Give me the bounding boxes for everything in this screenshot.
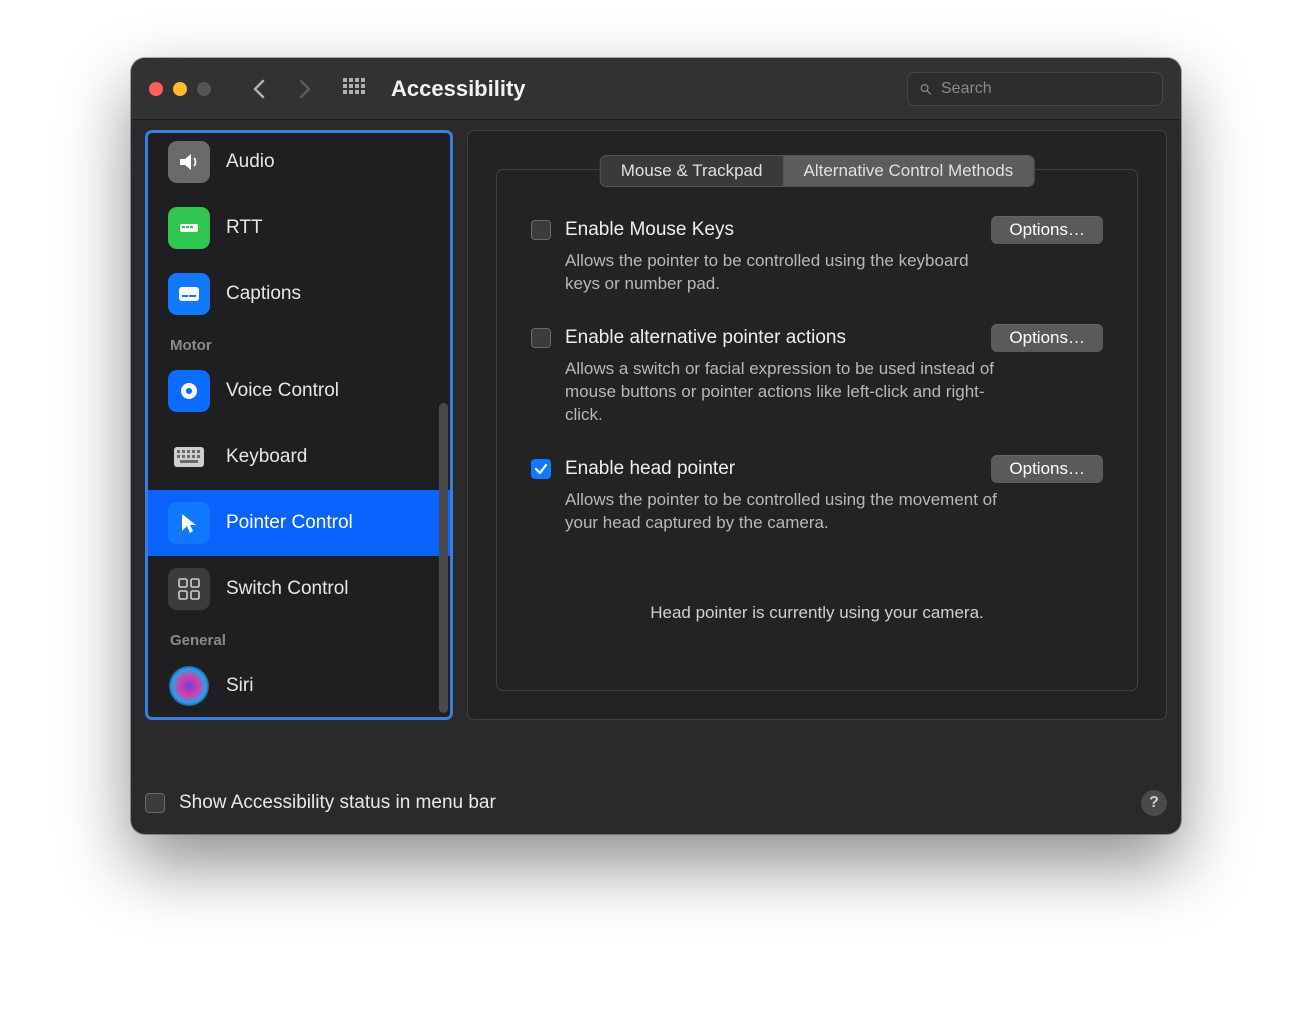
settings-panel: Mouse & TrackpadAlternative Control Meth… [496,169,1138,691]
sidebar-item-switch-control[interactable]: Switch Control [148,556,450,622]
option-label: Enable Mouse Keys [565,219,977,241]
sidebar-scrollbar-thumb[interactable] [439,403,448,713]
sidebar: Audio RTT Captions Motor Voice Control Keyboa… [145,130,453,720]
help-button[interactable]: ? [1141,790,1167,816]
speaker-icon [168,141,210,183]
zoom-window-button[interactable] [197,82,211,96]
sidebar-section-header: Motor [148,327,450,358]
back-button[interactable] [243,75,275,103]
option-description: Allows the pointer to be controlled usin… [565,250,1005,296]
option-row: Enable head pointer Options… Allows the po… [531,455,1103,535]
sidebar-scroll[interactable]: Audio RTT Captions Motor Voice Control Keyboa… [148,133,450,717]
options-button[interactable]: Options… [991,324,1103,352]
option-description: Allows a switch or facial expression to … [565,358,1005,427]
tab-bar: Mouse & TrackpadAlternative Control Meth… [600,155,1035,187]
option-checkbox[interactable] [531,220,551,240]
options-button[interactable]: Options… [991,216,1103,244]
pointer-icon [168,502,210,544]
option-row: Enable alternative pointer actions Option… [531,324,1103,427]
window-title: Accessibility [391,76,526,102]
option-row: Enable Mouse Keys Options… Allows the poin… [531,216,1103,296]
window-toolbar: Accessibility [131,58,1181,120]
sidebar-item-rtt[interactable]: RTT [148,195,450,261]
switch-icon [168,568,210,610]
main-panel: Mouse & TrackpadAlternative Control Meth… [467,130,1167,720]
sidebar-item-label: Captions [226,283,301,305]
sidebar-item-audio[interactable]: Audio [148,133,450,195]
show-all-button[interactable] [335,74,373,104]
option-label: Enable alternative pointer actions [565,327,977,349]
minimize-window-button[interactable] [173,82,187,96]
options-button[interactable]: Options… [991,455,1103,483]
keyboard-icon [168,436,210,478]
tab-mouse-trackpad[interactable]: Mouse & Trackpad [601,156,784,186]
sidebar-item-pointer-control[interactable]: Pointer Control [148,490,450,556]
sidebar-item-label: Keyboard [226,446,307,468]
sidebar-item-siri[interactable]: Siri [148,653,450,717]
options-list: Enable Mouse Keys Options… Allows the poin… [497,170,1137,623]
search-icon [920,80,931,98]
search-field[interactable] [907,72,1163,106]
sidebar-item-captions[interactable]: Captions [148,261,450,327]
tab-alternative-control-methods[interactable]: Alternative Control Methods [783,156,1033,186]
main-content: Mouse & TrackpadAlternative Control Meth… [467,130,1167,720]
window-body: Audio RTT Captions Motor Voice Control Keyboa… [131,120,1181,776]
window-footer: Show Accessibility status in menu bar ? [131,776,1181,834]
phone-icon [168,207,210,249]
sidebar-item-label: Siri [226,675,253,697]
close-window-button[interactable] [149,82,163,96]
camera-status-message: Head pointer is currently using your cam… [531,603,1103,623]
grid-icon [343,78,365,100]
option-checkbox[interactable] [531,459,551,479]
voice-icon [168,370,210,412]
traffic-lights [149,82,211,96]
siri-icon [168,665,210,707]
search-input[interactable] [939,79,1150,99]
sidebar-item-keyboard[interactable]: Keyboard [148,424,450,490]
sidebar-item-label: Voice Control [226,380,339,402]
option-label: Enable head pointer [565,458,977,480]
sidebar-item-label: Switch Control [226,578,349,600]
chevron-left-icon [251,79,267,99]
forward-button[interactable] [289,75,321,103]
menubar-status-checkbox[interactable] [145,793,165,813]
menubar-status-label: Show Accessibility status in menu bar [179,792,1127,814]
option-description: Allows the pointer to be controlled usin… [565,489,1005,535]
preferences-window: Accessibility Audio RTT Captions Motor Voice… [131,58,1181,834]
caption-icon [168,273,210,315]
sidebar-item-voice-control[interactable]: Voice Control [148,358,450,424]
chevron-right-icon [297,79,313,99]
sidebar-item-label: Pointer Control [226,512,353,534]
sidebar-item-label: RTT [226,217,263,239]
option-checkbox[interactable] [531,328,551,348]
sidebar-item-label: Audio [226,151,275,173]
sidebar-section-header: General [148,622,450,653]
